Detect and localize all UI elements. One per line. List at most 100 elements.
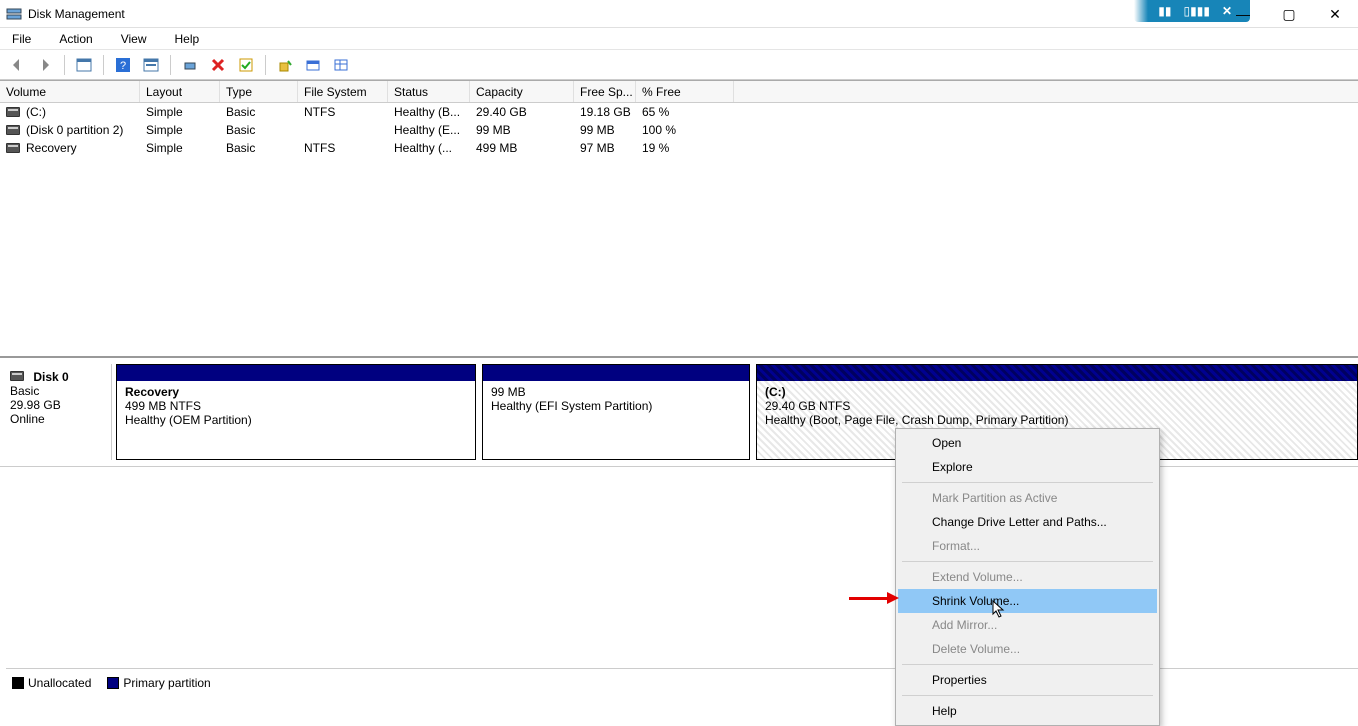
disk-kind: Basic	[10, 384, 39, 398]
context-menu-item: Mark Partition as Active	[898, 486, 1157, 510]
partition-status: Healthy (EFI System Partition)	[491, 399, 741, 413]
context-menu-item: Format...	[898, 534, 1157, 558]
col-capacity[interactable]: Capacity	[470, 81, 574, 102]
context-menu-separator	[902, 664, 1153, 665]
window-controls: — ▢ ✕	[1220, 0, 1358, 28]
partition-size: 29.40 GB NTFS	[765, 399, 1349, 413]
volume-capacity: 99 MB	[470, 121, 574, 139]
action-icon-2[interactable]	[302, 54, 324, 76]
volume-pct: 100 %	[636, 121, 734, 139]
partition-strip: Recovery499 MB NTFSHealthy (OEM Partitio…	[112, 364, 1358, 460]
action-icon-1[interactable]	[274, 54, 296, 76]
window-title: Disk Management	[28, 7, 125, 21]
volume-layout: Simple	[140, 121, 220, 139]
menu-view[interactable]: View	[117, 30, 151, 48]
help-icon[interactable]: ?	[112, 54, 134, 76]
partition-size: 99 MB	[491, 385, 741, 399]
volume-icon	[6, 107, 20, 117]
col-freespace[interactable]: Free Sp...	[574, 81, 636, 102]
annotation-arrow	[849, 592, 899, 604]
menu-action[interactable]: Action	[55, 30, 96, 48]
disk-label-block[interactable]: Disk 0 Basic 29.98 GB Online	[0, 364, 112, 460]
col-filesystem[interactable]: File System	[298, 81, 388, 102]
context-menu-separator	[902, 561, 1153, 562]
volume-list-pane: Volume Layout Type File System Status Ca…	[0, 80, 1358, 356]
context-menu-item: Add Mirror...	[898, 613, 1157, 637]
show-hide-console-tree-icon[interactable]	[73, 54, 95, 76]
app-icon	[6, 6, 22, 22]
context-menu-item: Extend Volume...	[898, 565, 1157, 589]
volume-fs	[298, 121, 388, 139]
legend-primary: Primary partition	[107, 676, 210, 690]
context-menu-item: Delete Volume...	[898, 637, 1157, 661]
refresh-icon[interactable]	[179, 54, 201, 76]
volume-row[interactable]: RecoverySimpleBasicNTFSHealthy (...499 M…	[0, 139, 1358, 157]
maximize-button[interactable]: ▢	[1266, 0, 1312, 28]
disk-icon	[10, 371, 24, 381]
partition-block[interactable]: 99 MBHealthy (EFI System Partition)	[482, 364, 750, 460]
action-icon-3[interactable]	[330, 54, 352, 76]
context-menu-item[interactable]: Explore	[898, 455, 1157, 479]
volume-free: 19.18 GB	[574, 103, 636, 121]
context-menu-item[interactable]: Shrink Volume...	[898, 589, 1157, 613]
menu-file[interactable]: File	[8, 30, 35, 48]
partition-stripe	[117, 365, 475, 381]
volume-type: Basic	[220, 139, 298, 157]
volume-free: 99 MB	[574, 121, 636, 139]
minimize-button[interactable]: —	[1220, 0, 1266, 28]
volume-type: Basic	[220, 121, 298, 139]
partition-name: Recovery	[125, 385, 467, 399]
volume-status: Healthy (E...	[388, 121, 470, 139]
back-button[interactable]	[6, 54, 28, 76]
partition-body: 99 MBHealthy (EFI System Partition)	[483, 381, 749, 459]
volume-layout: Simple	[140, 103, 220, 121]
context-menu-separator	[902, 482, 1153, 483]
volume-list-header: Volume Layout Type File System Status Ca…	[0, 81, 1358, 103]
volume-type: Basic	[220, 103, 298, 121]
col-type[interactable]: Type	[220, 81, 298, 102]
disk-state: Online	[10, 412, 45, 426]
volume-pct: 19 %	[636, 139, 734, 157]
volume-pct: 65 %	[636, 103, 734, 121]
volume-capacity: 499 MB	[470, 139, 574, 157]
menu-bar: File Action View Help	[0, 28, 1358, 50]
properties-icon[interactable]	[235, 54, 257, 76]
volume-row[interactable]: (C:)SimpleBasicNTFSHealthy (B...29.40 GB…	[0, 103, 1358, 121]
partition-stripe	[757, 365, 1357, 381]
disk-name: Disk 0	[33, 370, 68, 384]
menu-help[interactable]: Help	[171, 30, 204, 48]
legend-unallocated: Unallocated	[12, 676, 91, 690]
forward-button[interactable]	[34, 54, 56, 76]
disk-size: 29.98 GB	[10, 398, 61, 412]
volume-name: Recovery	[26, 141, 77, 155]
col-status[interactable]: Status	[388, 81, 470, 102]
svg-text:?: ?	[120, 60, 126, 72]
context-menu-separator	[902, 695, 1153, 696]
title-bar: Disk Management ▮▮ ▯▮▮▮ ✕ — ▢ ✕	[0, 0, 1358, 28]
delete-icon[interactable]	[207, 54, 229, 76]
partition-name: (C:)	[765, 385, 1349, 399]
settings-view-icon[interactable]	[140, 54, 162, 76]
context-menu-item[interactable]: Change Drive Letter and Paths...	[898, 510, 1157, 534]
partition-status: Healthy (Boot, Page File, Crash Dump, Pr…	[765, 413, 1349, 427]
partition-stripe	[483, 365, 749, 381]
col-layout[interactable]: Layout	[140, 81, 220, 102]
partition-size: 499 MB NTFS	[125, 399, 467, 413]
context-menu-item[interactable]: Properties	[898, 668, 1157, 692]
volume-free: 97 MB	[574, 139, 636, 157]
tray-icon: ▮▮	[1158, 4, 1171, 18]
close-button[interactable]: ✕	[1312, 0, 1358, 28]
volume-icon	[6, 143, 20, 153]
volume-fs: NTFS	[298, 103, 388, 121]
context-menu-item[interactable]: Open	[898, 431, 1157, 455]
toolbar: ?	[0, 50, 1358, 80]
volume-name: (C:)	[26, 105, 46, 119]
volume-status: Healthy (B...	[388, 103, 470, 121]
col-volume[interactable]: Volume	[0, 81, 140, 102]
context-menu-item[interactable]: Help	[898, 699, 1157, 723]
partition-block[interactable]: Recovery499 MB NTFSHealthy (OEM Partitio…	[116, 364, 476, 460]
volume-row[interactable]: (Disk 0 partition 2)SimpleBasicHealthy (…	[0, 121, 1358, 139]
context-menu[interactable]: OpenExplore Mark Partition as ActiveChang…	[895, 428, 1160, 726]
col-pctfree[interactable]: % Free	[636, 81, 734, 102]
volume-layout: Simple	[140, 139, 220, 157]
